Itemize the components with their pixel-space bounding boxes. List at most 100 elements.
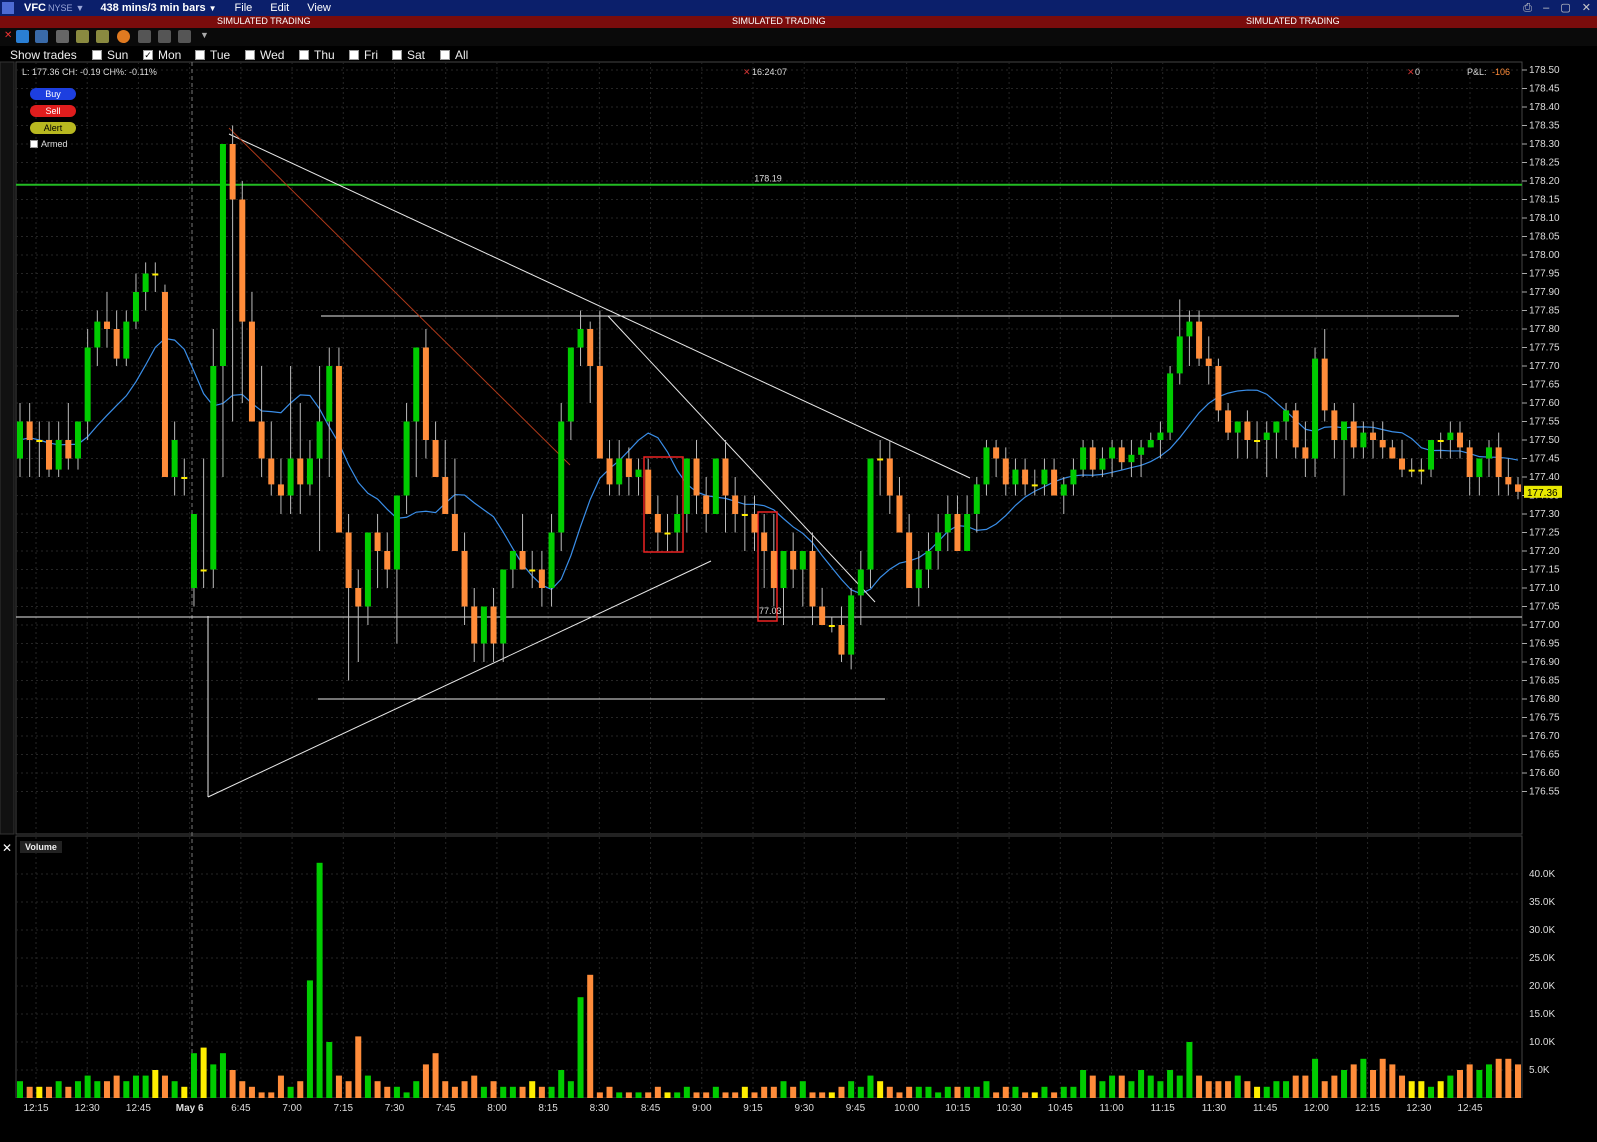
- candle-body: [393, 495, 400, 570]
- price-tick-label: 178.10: [1529, 213, 1560, 224]
- price-tick-label: 177.85: [1529, 306, 1560, 317]
- close-icon[interactable]: ✕: [743, 67, 751, 78]
- candle-body: [219, 144, 226, 366]
- volume-bar: [45, 1086, 52, 1098]
- close-icon[interactable]: ✕: [2, 841, 12, 855]
- price-tick-label: 178.45: [1529, 84, 1560, 95]
- volume-tick-label: 25.0K: [1529, 953, 1555, 964]
- candle-body: [161, 292, 168, 477]
- price-tick-label: 177.00: [1529, 620, 1560, 631]
- price-tick-label: 176.75: [1529, 713, 1560, 724]
- candle-body: [500, 569, 507, 644]
- level-label: 178.19: [754, 174, 782, 184]
- time-tick-label: 8:15: [538, 1103, 558, 1114]
- alert-button[interactable]: Alert: [30, 122, 76, 134]
- candle-body: [480, 606, 487, 644]
- candle-body: [297, 458, 304, 485]
- price-chart[interactable]: 178.19 77.03 178.50 178.45 178.40 178.35 178.…: [0, 0, 1597, 1142]
- candle-body: [896, 495, 903, 533]
- sell-button[interactable]: Sell: [30, 105, 76, 117]
- candle-body: [1089, 447, 1096, 470]
- candle-body: [132, 292, 139, 322]
- volume-bar: [432, 1053, 439, 1098]
- volume-bar: [1476, 1070, 1483, 1098]
- candle-body: [1457, 432, 1464, 448]
- time-tick-label: 11:15: [1151, 1103, 1176, 1114]
- candle-body: [712, 458, 719, 514]
- candle-body: [1263, 432, 1270, 440]
- time-tick-label: 7:45: [436, 1103, 456, 1114]
- candle-body: [1138, 447, 1145, 455]
- price-tick-label: 177.40: [1529, 472, 1560, 483]
- volume-tick-label: 5.0K: [1529, 1065, 1550, 1076]
- candle-body: [1515, 484, 1521, 492]
- volume-bar: [1302, 1075, 1309, 1098]
- close-icon[interactable]: ✕: [1407, 67, 1415, 78]
- time-tick-label: 8:45: [641, 1103, 661, 1114]
- volume-bar: [674, 1092, 681, 1098]
- volume-bar: [915, 1086, 922, 1098]
- candle-body: [432, 440, 439, 477]
- volume-bar: [1099, 1081, 1106, 1098]
- volume-tick-label: 10.0K: [1529, 1037, 1555, 1048]
- volume-bar: [809, 1092, 816, 1098]
- volume-bar: [761, 1086, 768, 1098]
- candle-body: [113, 329, 120, 359]
- candle-body: [1360, 432, 1367, 448]
- volume-bar: [1312, 1058, 1319, 1098]
- buy-button[interactable]: Buy: [30, 88, 76, 100]
- left-scrollbar: [0, 61, 15, 835]
- candle-body: [577, 329, 584, 348]
- volume-tick-label: 15.0K: [1529, 1009, 1555, 1020]
- price-tick-label: 178.35: [1529, 121, 1560, 132]
- volume-bar: [26, 1086, 33, 1098]
- time-tick-label: 7:15: [334, 1103, 354, 1114]
- armed-checkbox[interactable]: [30, 140, 38, 148]
- candle-body: [848, 595, 855, 655]
- candle-body: [84, 347, 91, 422]
- price-tick-label: 177.55: [1529, 417, 1560, 428]
- price-tick-label: 178.20: [1529, 176, 1560, 187]
- volume-bar: [558, 1070, 565, 1098]
- candle-body: [567, 347, 574, 422]
- candle-body: [906, 532, 913, 588]
- candle-body: [1321, 358, 1328, 411]
- volume-bar: [616, 1092, 623, 1098]
- volume-bar: [1118, 1075, 1125, 1098]
- volume-bar: [229, 1070, 236, 1098]
- time-tick-label: 9:45: [846, 1103, 866, 1114]
- candle-body: [442, 477, 449, 514]
- time-tick-label: 8:30: [590, 1103, 610, 1114]
- volume-bar: [142, 1075, 149, 1098]
- volume-bar: [857, 1086, 864, 1098]
- volume-bar: [1176, 1075, 1183, 1098]
- candle-body: [1244, 421, 1251, 440]
- volume-bar: [55, 1081, 62, 1098]
- candle-body: [94, 321, 101, 348]
- candle-body: [838, 625, 845, 655]
- volume-bar: [683, 1086, 690, 1098]
- candle-body: [1041, 469, 1048, 485]
- volume-bar: [1447, 1075, 1454, 1098]
- candle-body: [1109, 447, 1116, 459]
- volume-bar: [287, 1086, 294, 1098]
- volume-bar: [471, 1075, 478, 1098]
- volume-bar: [1515, 1064, 1521, 1098]
- volume-bar: [1486, 1064, 1493, 1098]
- candle-body: [538, 569, 545, 588]
- volume-bar: [935, 1092, 942, 1098]
- volume-bar: [1089, 1075, 1096, 1098]
- volume-bar: [1022, 1092, 1029, 1098]
- time-tick-label: 9:30: [794, 1103, 814, 1114]
- candle-body: [509, 551, 516, 570]
- candle-body: [1234, 421, 1241, 433]
- volume-bar: [519, 1086, 526, 1098]
- candle-body: [345, 532, 352, 588]
- volume-bar: [1379, 1058, 1386, 1098]
- volume-bar: [1418, 1081, 1425, 1098]
- volume-bar: [529, 1081, 536, 1098]
- volume-bar: [1157, 1081, 1164, 1098]
- candle-body: [1399, 458, 1406, 470]
- price-tick-label: 177.95: [1529, 269, 1560, 280]
- candle-body: [152, 273, 159, 276]
